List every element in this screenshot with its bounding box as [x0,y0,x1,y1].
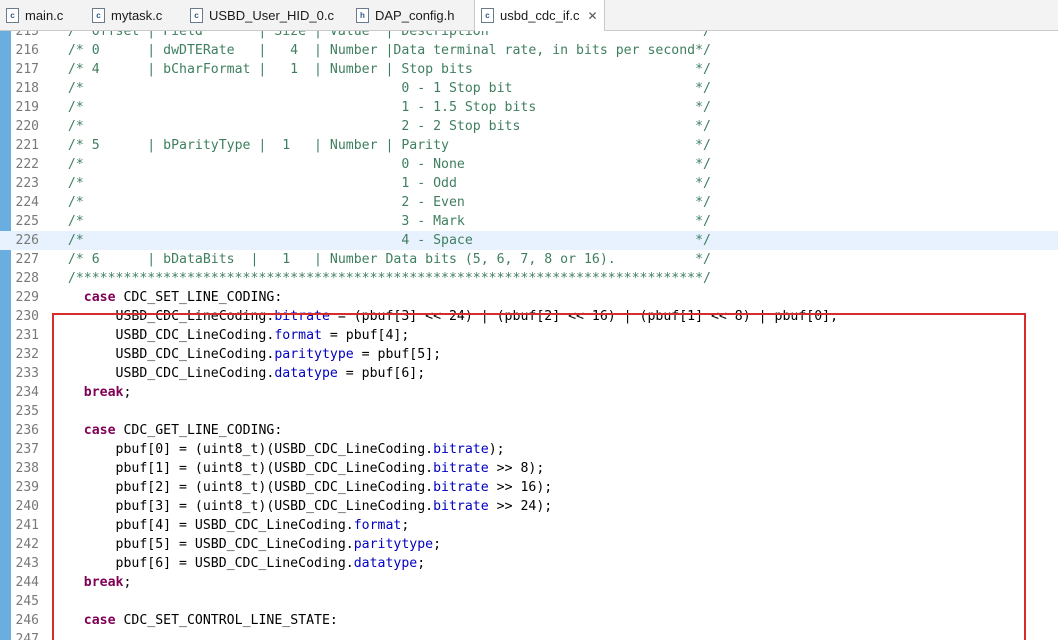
line-number: 232 [15,347,39,362]
code-text: /***************************************… [52,269,711,288]
tab-label: main.c [25,7,64,23]
code-text: /* 2 - 2 Stop bits */ [52,117,711,136]
comment-token: /* 2 - 2 Stop bits */ [52,119,711,134]
tab-main-c[interactable]: c main.c [6,0,63,30]
line-number: 237 [15,442,39,457]
line-number: 241 [15,518,39,533]
c-file-icon: c [6,7,19,23]
code-text: /* 0 - None */ [52,155,711,174]
code-line[interactable]: 215 /* Offset | Field | Size | Value | D… [0,31,1058,41]
comment-token: /* 1 - 1.5 Stop bits */ [52,100,711,115]
comment-token: /* Offset | Field | Size | Value | Descr… [52,31,711,39]
line-number: 224 [15,195,39,210]
comment-token: /***************************************… [52,271,711,286]
tab-mytask-c[interactable]: c mytask.c [92,0,162,30]
code-text: /* 6 | bDataBits | 1 | Number Data bits … [52,250,711,269]
code-text: /* 2 - Even */ [52,193,711,212]
editor-tab-bar: c main.c c mytask.c c USBD_User_HID_0.c … [0,0,1058,31]
line-number: 227 [15,252,39,267]
code-text: /* 0 - 1 Stop bit */ [52,79,711,98]
code-text: /* 1 - Odd */ [52,174,711,193]
line-number: 246 [15,613,39,628]
line-number: 216 [15,43,39,58]
code-line[interactable]: 228 /***********************************… [0,269,1058,288]
tab-label: DAP_config.h [375,7,455,23]
code-line[interactable]: 221 /* 5 | bParityType | 1 | Number | Pa… [0,136,1058,155]
keyword-token: case [83,290,116,305]
code-text: /* 3 - Mark */ [52,212,711,231]
line-number: 238 [15,461,39,476]
comment-token: /* 6 | bDataBits | 1 | Number Data bits … [52,252,711,267]
line-number: 231 [15,328,39,343]
close-tab-icon[interactable]: ✕ [588,9,598,23]
comment-token: /* 4 | bCharFormat | 1 | Number | Stop b… [52,62,711,77]
line-number: 233 [15,366,39,381]
c-file-icon: c [481,8,494,23]
comment-token: /* 5 | bParityType | 1 | Number | Parity… [52,138,711,153]
code-line[interactable]: 218 /* 0 - 1 Stop bit */ [0,79,1058,98]
code-text: /* 4 - Space */ [52,231,711,250]
code-token: CDC_SET_LINE_CODING: [115,290,283,305]
line-number: 218 [15,81,39,96]
comment-token: /* 3 - Mark */ [52,214,711,229]
code-line[interactable]: 223 /* 1 - Odd */ [0,174,1058,193]
line-number: 220 [15,119,39,134]
tab-label: usbd_cdc_if.c [500,8,580,23]
line-number: 239 [15,480,39,495]
code-line[interactable]: 227 /* 6 | bDataBits | 1 | Number Data b… [0,250,1058,269]
code-editor[interactable]: 215 /* Offset | Field | Size | Value | D… [0,31,1058,640]
code-line[interactable]: 217 /* 4 | bCharFormat | 1 | Number | St… [0,60,1058,79]
code-line[interactable]: 225 /* 3 - Mark */ [0,212,1058,231]
code-line[interactable]: 222 /* 0 - None */ [0,155,1058,174]
comment-token: /* 2 - Even */ [52,195,711,210]
c-file-icon: c [190,7,203,23]
code-line[interactable]: 219 /* 1 - 1.5 Stop bits */ [0,98,1058,117]
line-number: 217 [15,62,39,77]
tab-label: USBD_User_HID_0.c [209,7,334,23]
line-number: 244 [15,575,39,590]
tab-label: mytask.c [111,7,163,23]
tab-usbd-user-hid-0-c[interactable]: c USBD_User_HID_0.c [190,0,334,30]
line-number: 234 [15,385,39,400]
code-text: /* 5 | bParityType | 1 | Number | Parity… [52,136,711,155]
line-number: 228 [15,271,39,286]
comment-token: /* 0 - 1 Stop bit */ [52,81,711,96]
h-file-icon: h [356,7,369,23]
tab-dap-config-h[interactable]: h DAP_config.h [356,0,455,30]
comment-token: /* 0 - None */ [52,157,711,172]
c-file-icon: c [92,7,105,23]
line-number: 229 [15,290,39,305]
line-number: 222 [15,157,39,172]
line-number: 242 [15,537,39,552]
line-number: 240 [15,499,39,514]
line-number: 236 [15,423,39,438]
comment-token: /* 1 - Odd */ [52,176,711,191]
code-text: /* 4 | bCharFormat | 1 | Number | Stop b… [52,60,711,79]
code-line[interactable]: 229 case CDC_SET_LINE_CODING: [0,288,1058,307]
code-text: /* 1 - 1.5 Stop bits */ [52,98,711,117]
comment-token: /* 0 | dwDTERate | 4 | Number |Data term… [52,43,711,58]
code-line[interactable]: 216 /* 0 | dwDTERate | 4 | Number |Data … [0,41,1058,60]
line-number: 223 [15,176,39,191]
code-line[interactable]: 226 /* 4 - Space */ [0,231,1058,250]
line-number: 247 [15,632,39,640]
tab-usbd-cdc-if-c[interactable]: c usbd_cdc_if.c ✕ [474,0,605,31]
code-line[interactable]: 220 /* 2 - 2 Stop bits */ [0,117,1058,136]
code-text: /* Offset | Field | Size | Value | Descr… [52,31,711,41]
highlight-box [52,313,1026,640]
line-number: 215 [15,31,39,39]
line-number: 221 [15,138,39,153]
line-number: 235 [15,404,39,419]
code-text: case CDC_SET_LINE_CODING: [52,288,283,307]
code-line[interactable]: 224 /* 2 - Even */ [0,193,1058,212]
line-number: 226 [15,233,39,248]
line-number: 245 [15,594,39,609]
line-number: 243 [15,556,39,571]
code-text: /* 0 | dwDTERate | 4 | Number |Data term… [52,41,711,60]
line-number: 225 [15,214,39,229]
line-number: 230 [15,309,39,324]
comment-token: /* 4 - Space */ [52,233,711,248]
line-number: 219 [15,100,39,115]
